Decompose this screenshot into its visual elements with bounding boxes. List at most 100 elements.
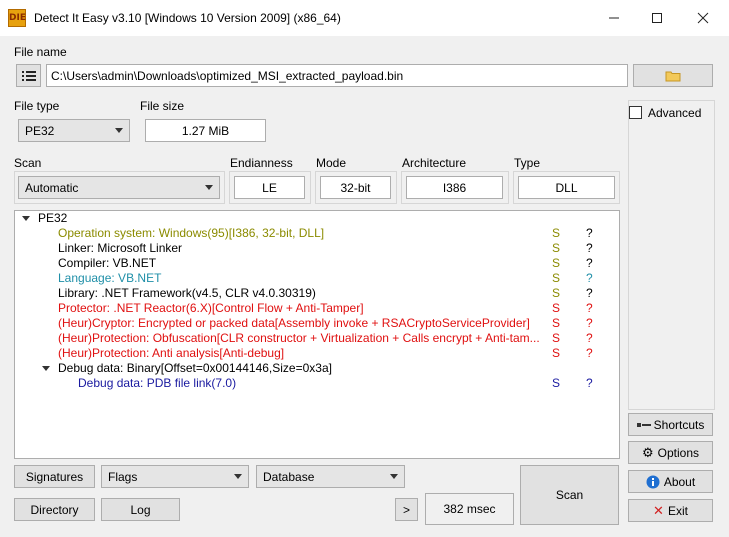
database-select[interactable]: Database (256, 465, 405, 488)
architecture-value: I386 (406, 176, 503, 199)
expand-icon[interactable] (22, 216, 30, 221)
info-flag[interactable]: ? (586, 271, 593, 286)
tree-row[interactable]: (Heur)Protection: Obfuscation[CLR constr… (15, 331, 619, 346)
options-label: Options (657, 445, 699, 460)
file-type-label: File type (14, 99, 60, 113)
expand-icon[interactable] (42, 366, 50, 371)
info-flag[interactable]: ? (586, 316, 593, 331)
signature-flag: S (552, 331, 561, 345)
directory-button[interactable]: Directory (14, 498, 95, 521)
about-label: About (663, 474, 696, 489)
advanced-label: Advanced (648, 106, 702, 120)
exit-label: Exit (667, 503, 688, 518)
debug-data-label: Debug data: Binary[Offset=0x00144146,Siz… (58, 361, 332, 375)
file-size-label: File size (140, 99, 185, 113)
file-name-label: File name (14, 45, 67, 59)
tree-row[interactable]: Protector: .NET Reactor(6.X)[Control Flo… (15, 301, 619, 316)
database-label: Database (263, 469, 315, 484)
chevron-down-icon (234, 474, 242, 479)
shortcuts-button[interactable]: Shortcuts (628, 413, 713, 436)
elapsed-time: 382 msec (425, 493, 514, 525)
app-icon: DIE (8, 9, 26, 27)
info-flag[interactable]: ? (586, 256, 593, 271)
detection-text: Operation system: Windows(95)[I386, 32-b… (58, 226, 325, 240)
info-flag[interactable]: ? (586, 346, 593, 361)
info-flag[interactable]: ? (586, 331, 593, 346)
detection-text: Protector: .NET Reactor(6.X)[Control Flo… (58, 301, 364, 315)
detection-text: Language: VB.NET (58, 271, 162, 285)
tree-row[interactable]: Linker: Microsoft Linker S ? (15, 241, 619, 256)
log-button[interactable]: Log (101, 498, 180, 521)
signatures-button[interactable]: Signatures (14, 465, 95, 488)
flags-label: Flags (108, 469, 138, 484)
tree-row[interactable]: Language: VB.NET S ? (15, 271, 619, 286)
tree-row[interactable]: Operation system: Windows(95)[I386, 32-b… (15, 226, 619, 241)
endianness-value: LE (234, 176, 305, 199)
folder-icon (665, 71, 681, 82)
tree-row-root[interactable]: PE32 (15, 211, 619, 226)
open-file-button[interactable] (633, 64, 713, 87)
file-size-value: 1.27 MiB (145, 119, 266, 142)
tree-row-debug[interactable]: Debug data: Binary[Offset=0x00144146,Siz… (15, 361, 619, 376)
signature-flag: S (552, 271, 561, 285)
signature-flag: S (552, 226, 561, 240)
chevron-down-icon (390, 474, 398, 479)
mode-label: Mode (316, 156, 347, 170)
file-type-select[interactable]: PE32 (18, 119, 130, 142)
chevron-down-icon (205, 185, 213, 190)
scan-mode-select[interactable]: Automatic (18, 176, 220, 199)
detection-text: Compiler: VB.NET (58, 256, 157, 270)
signature-flag: S (552, 376, 561, 390)
chevron-down-icon (115, 128, 123, 133)
options-button[interactable]: ⚙ Options (628, 441, 713, 464)
endianness-label: Endianness (230, 156, 293, 170)
info-icon (646, 475, 660, 488)
gear-icon: ⚙ (641, 444, 654, 460)
type-label: Type (514, 156, 541, 170)
about-button[interactable]: About (628, 470, 713, 493)
detection-text: Library: .NET Framework(v4.5, CLR v4.0.3… (58, 286, 316, 300)
detection-text: (Heur)Protection: Anti analysis[Anti-deb… (58, 346, 285, 360)
info-flag[interactable]: ? (586, 286, 593, 301)
info-flag[interactable]: ? (586, 241, 593, 256)
flags-select[interactable]: Flags (101, 465, 249, 488)
more-button[interactable]: > (395, 498, 418, 521)
file-type-value: PE32 (25, 123, 55, 138)
minimize-icon (609, 17, 619, 19)
signature-flag: S (552, 241, 561, 255)
tree-row[interactable]: (Heur)Cryptor: Encrypted or packed data[… (15, 316, 619, 331)
scan-mode-value: Automatic (25, 180, 79, 195)
results-tree[interactable]: PE32 Operation system: Windows(95)[I386,… (14, 210, 620, 459)
detection-text: (Heur)Protection: Obfuscation[CLR constr… (58, 331, 540, 345)
architecture-label: Architecture (402, 156, 467, 170)
window-title: Detect It Easy v3.10 [Windows 10 Version… (34, 11, 341, 25)
detection-text: Linker: Microsoft Linker (58, 241, 183, 255)
tree-row[interactable]: (Heur)Protection: Anti analysis[Anti-deb… (15, 346, 619, 361)
advanced-checkbox[interactable] (629, 106, 642, 119)
info-flag[interactable]: ? (586, 226, 593, 241)
tree-root-label: PE32 (38, 211, 68, 225)
tree-row[interactable]: Library: .NET Framework(v4.5, CLR v4.0.3… (15, 286, 619, 301)
signature-flag: S (552, 346, 561, 360)
maximize-icon (652, 13, 662, 23)
minimize-button[interactable] (591, 0, 637, 36)
tree-row[interactable]: Compiler: VB.NET S ? (15, 256, 619, 271)
list-icon (21, 70, 36, 81)
debug-child-text: Debug data: PDB file link(7.0) (78, 376, 237, 390)
signature-flag: S (552, 316, 561, 330)
file-menu-button[interactable] (16, 64, 41, 87)
close-button[interactable] (680, 0, 726, 36)
exit-button[interactable]: ✕ Exit (628, 499, 713, 522)
close-icon (697, 12, 709, 24)
tree-row-debug-child[interactable]: Debug data: PDB file link(7.0) S ? (15, 376, 619, 391)
maximize-button[interactable] (634, 0, 680, 36)
type-value: DLL (518, 176, 615, 199)
title-bar: DIE Detect It Easy v3.10 [Windows 10 Ver… (0, 0, 729, 36)
info-flag[interactable]: ? (586, 301, 593, 316)
signature-flag: S (552, 301, 561, 315)
file-path-field[interactable]: C:\Users\admin\Downloads\optimized_MSI_e… (46, 64, 628, 87)
detection-text: (Heur)Cryptor: Encrypted or packed data[… (58, 316, 530, 330)
exit-icon: ✕ (653, 502, 664, 518)
info-flag[interactable]: ? (586, 376, 593, 391)
scan-button[interactable]: Scan (520, 465, 619, 525)
